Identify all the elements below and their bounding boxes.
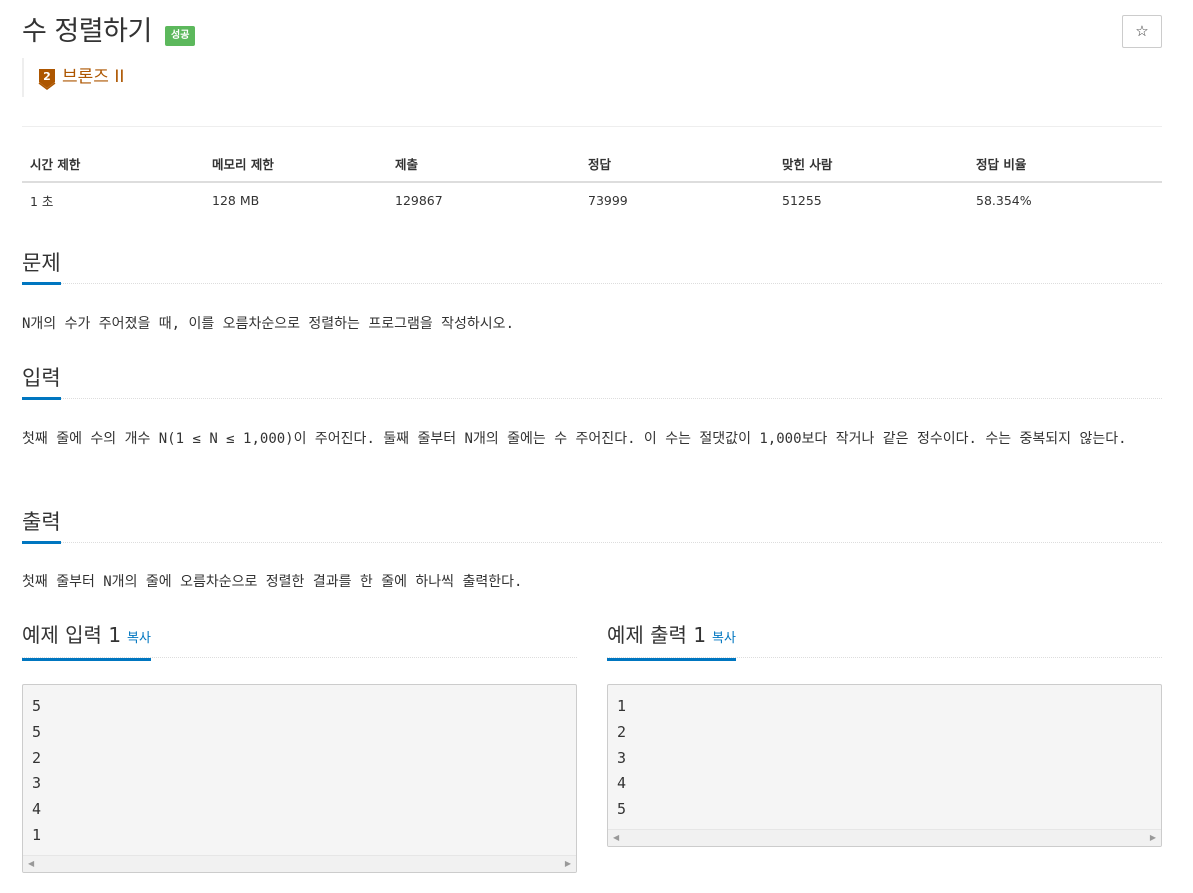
output-section-title: 출력 [22, 507, 61, 544]
value-correct: 73999 [588, 193, 628, 208]
scroll-right-icon[interactable]: ▶ [565, 859, 571, 868]
sample-output-header: 예제 출력 1 복사 [607, 620, 1162, 661]
input-section-header: 입력 [22, 363, 1162, 400]
output-section-header: 출력 [22, 507, 1162, 544]
sample-output-heading: 예제 출력 1 복사 [607, 620, 736, 661]
value-memory-limit: 128 MB [212, 193, 260, 208]
value-ratio: 58.354% [976, 193, 1032, 208]
title-row: 수 정렬하기 성공 ☆ [22, 14, 1162, 50]
header-ratio: 정답 비율 [968, 146, 1162, 183]
info-value-row: 1 초 128 MB 129867 73999 51255 58.354% [22, 182, 1162, 218]
scroll-left-icon[interactable]: ◀ [613, 833, 619, 842]
scroll-left-icon[interactable]: ◀ [28, 859, 34, 868]
sample-input-heading: 예제 입력 1 복사 [22, 620, 151, 661]
problem-info-table: 시간 제한 메모리 제한 제출 정답 맞힌 사람 정답 비율 1 초 128 M… [22, 146, 1162, 218]
header-submissions: 제출 [387, 146, 580, 183]
output-description: 첫째 줄부터 N개의 줄에 오름차순으로 정렬한 결과를 한 줄에 하나씩 출력… [22, 574, 523, 590]
sample-input-box[interactable]: 5 5 2 3 4 1 ◀ ▶ [22, 684, 577, 873]
tier-block: 2 브론즈 II [22, 58, 222, 97]
tier-label[interactable]: 브론즈 II [62, 66, 124, 88]
problem-section-header: 문제 [22, 248, 1162, 285]
sample-input-header: 예제 입력 1 복사 [22, 620, 577, 661]
sample-input-content[interactable]: 5 5 2 3 4 1 [23, 685, 576, 855]
page-title: 수 정렬하기 [22, 16, 152, 47]
sample-output-box[interactable]: 1 2 3 4 5 ◀ ▶ [607, 684, 1162, 847]
value-time-limit: 1 초 [30, 194, 54, 209]
header-correct: 정답 [580, 146, 774, 183]
star-icon: ☆ [1135, 22, 1149, 40]
value-solvers: 51255 [782, 193, 822, 208]
copy-output-button[interactable]: 복사 [712, 631, 736, 646]
problem-description: N개의 수가 주어졌을 때, 이를 오름차순으로 정렬하는 프로그램을 작성하시… [22, 316, 514, 332]
problem-section-title: 문제 [22, 248, 61, 285]
value-submissions: 129867 [395, 193, 443, 208]
horizontal-scrollbar[interactable]: ◀ ▶ [23, 854, 576, 872]
scroll-right-icon[interactable]: ▶ [1150, 833, 1156, 842]
divider [22, 126, 1162, 127]
input-description: 첫째 줄에 수의 개수 N(1 ≤ N ≤ 1,000)이 주어진다. 둘째 줄… [22, 431, 1127, 447]
sample-output-title: 예제 출력 1 [607, 623, 707, 647]
header-memory-limit: 메모리 제한 [204, 146, 387, 183]
tier-number: 2 [43, 70, 51, 83]
info-header-row: 시간 제한 메모리 제한 제출 정답 맞힌 사람 정답 비율 [22, 146, 1162, 183]
copy-input-button[interactable]: 복사 [127, 631, 151, 646]
header-time-limit: 시간 제한 [22, 146, 204, 183]
input-section-title: 입력 [22, 363, 61, 400]
favorite-button[interactable]: ☆ [1122, 15, 1162, 48]
horizontal-scrollbar[interactable]: ◀ ▶ [608, 828, 1161, 846]
tier-medal-icon[interactable]: 2 [38, 68, 56, 90]
status-badge: 성공 [165, 26, 196, 46]
sample-output-content[interactable]: 1 2 3 4 5 [608, 685, 1161, 829]
sample-input-title: 예제 입력 1 [22, 623, 122, 647]
header-solvers: 맞힌 사람 [774, 146, 968, 183]
